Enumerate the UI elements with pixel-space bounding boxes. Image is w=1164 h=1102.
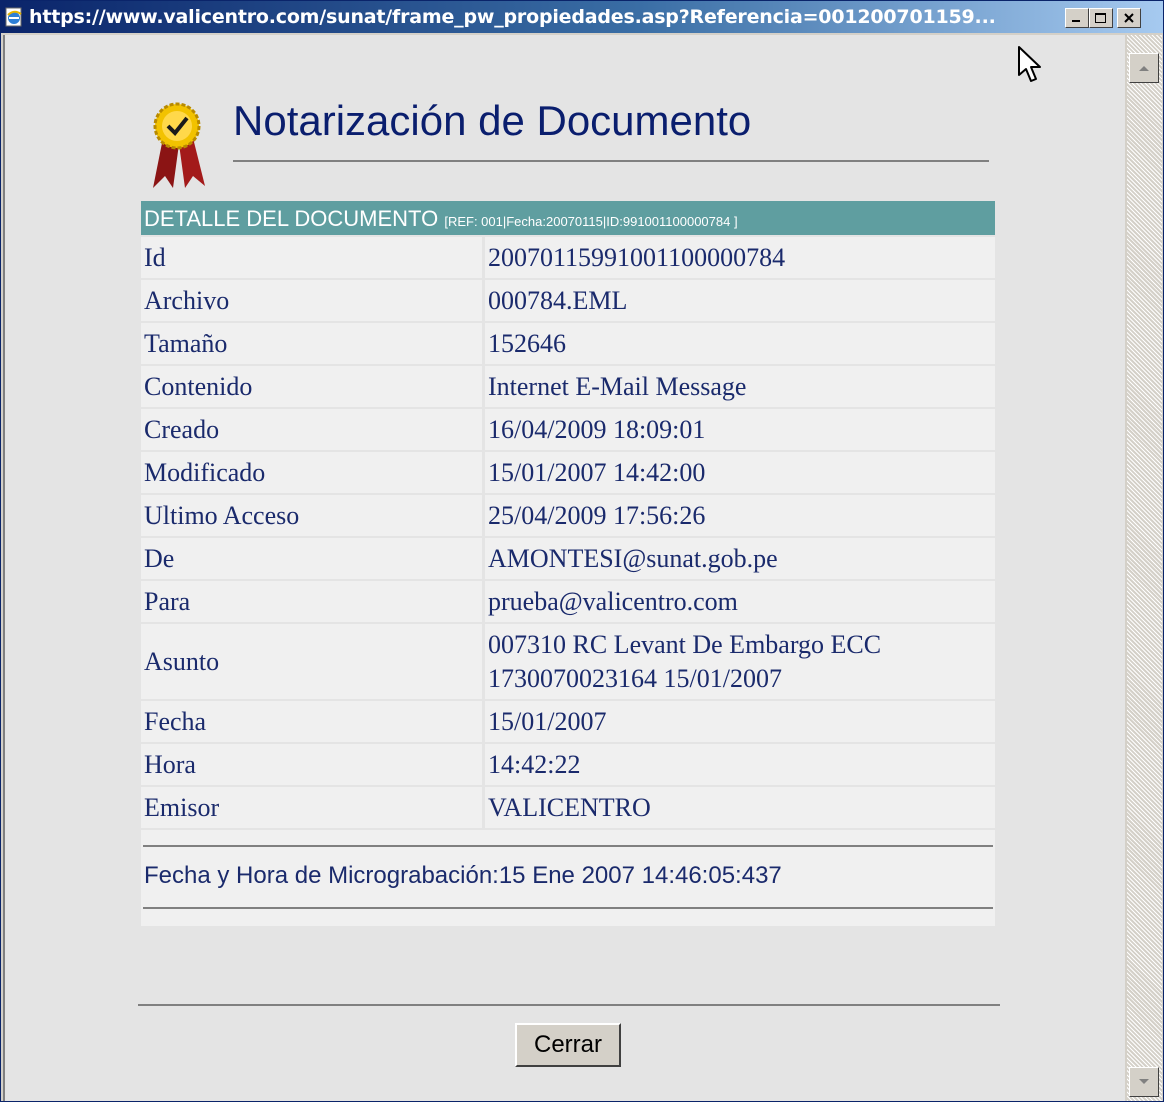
- mouse-pointer-icon: [1018, 46, 1041, 82]
- close-button[interactable]: Cerrar: [515, 1023, 621, 1067]
- popup-window: https://www.valicentro.com/sunat/frame_p…: [0, 0, 1164, 1102]
- row-value: AMONTESI@sunat.gob.pe: [485, 538, 995, 579]
- divider: [143, 907, 993, 909]
- row-label: Fecha: [141, 701, 482, 742]
- minimize-icon: [1072, 20, 1080, 22]
- row-label: Tamaño: [141, 323, 482, 364]
- close-window-button[interactable]: [1117, 8, 1141, 28]
- window-title: https://www.valicentro.com/sunat/frame_p…: [29, 6, 996, 28]
- table-row: Ultimo Acceso 25/04/2009 17:56:26: [141, 493, 995, 536]
- detail-header: DETALLE DEL DOCUMENTO [REF: 001|Fecha:20…: [141, 201, 995, 235]
- row-label: Archivo: [141, 280, 482, 321]
- table-row: Hora 14:42:22: [141, 742, 995, 785]
- table-row: De AMONTESI@sunat.gob.pe: [141, 536, 995, 579]
- document-detail-table: DETALLE DEL DOCUMENTO [REF: 001|Fecha:20…: [141, 201, 995, 926]
- row-value: 15/01/2007 14:42:00: [485, 452, 995, 493]
- footer-divider: [138, 1004, 1000, 1006]
- table-row: Contenido Internet E-Mail Message: [141, 364, 995, 407]
- scroll-up-button[interactable]: [1129, 53, 1159, 83]
- row-value: 007310 RC Levant De Embargo ECC 17300700…: [485, 624, 995, 699]
- close-icon: [1124, 13, 1134, 23]
- scroll-down-button[interactable]: [1129, 1067, 1159, 1097]
- table-row: Archivo 000784.EML: [141, 278, 995, 321]
- row-label: Hora: [141, 744, 482, 785]
- row-label: Asunto: [141, 624, 482, 699]
- row-value: 20070115991001100000784: [485, 237, 995, 278]
- table-row: Id 20070115991001100000784: [141, 235, 995, 278]
- row-value-line: 007310 RC Levant De Embargo ECC: [488, 630, 882, 659]
- table-row: Fecha 15/01/2007: [141, 699, 995, 742]
- row-value: prueba@valicentro.com: [485, 581, 995, 622]
- row-label: Id: [141, 237, 482, 278]
- table-row: Tamaño 152646: [141, 321, 995, 364]
- row-label: Para: [141, 581, 482, 622]
- micrograbacion-block: Fecha y Hora de Micrograbación:15 Ene 20…: [141, 830, 995, 926]
- table-row: Emisor VALICENTRO: [141, 785, 995, 828]
- title-bar[interactable]: https://www.valicentro.com/sunat/frame_p…: [1, 1, 1163, 33]
- maximize-icon: [1095, 13, 1106, 23]
- maximize-button[interactable]: [1089, 8, 1113, 28]
- scroll-down-arrow-icon: [1139, 1079, 1149, 1084]
- row-value: 000784.EML: [485, 280, 995, 321]
- row-value-line: 1730070023164 15/01/2007: [488, 664, 782, 693]
- detail-header-ref: [REF: 001|Fecha:20070115|ID:991001100000…: [444, 214, 738, 229]
- row-label: Ultimo Acceso: [141, 495, 482, 536]
- detail-header-label: DETALLE DEL DOCUMENTO: [144, 206, 439, 231]
- title-divider: [233, 160, 989, 162]
- row-label: De: [141, 538, 482, 579]
- row-value: 14:42:22: [485, 744, 995, 785]
- micrograbacion-timestamp: Fecha y Hora de Micrograbación:15 Ene 20…: [144, 862, 782, 889]
- minimize-button[interactable]: [1065, 8, 1089, 28]
- table-row: Modificado 15/01/2007 14:42:00: [141, 450, 995, 493]
- vertical-scrollbar[interactable]: [1127, 35, 1162, 1101]
- row-value: 152646: [485, 323, 995, 364]
- row-value: Internet E-Mail Message: [485, 366, 995, 407]
- row-label: Creado: [141, 409, 482, 450]
- row-value: 25/04/2009 17:56:26: [485, 495, 995, 536]
- scroll-up-arrow-icon: [1139, 66, 1149, 71]
- row-value: 15/01/2007: [485, 701, 995, 742]
- row-label: Contenido: [141, 366, 482, 407]
- row-value: VALICENTRO: [485, 787, 995, 828]
- row-value: 16/04/2009 18:09:01: [485, 409, 995, 450]
- page-title: Notarización de Documento: [233, 97, 752, 144]
- award-ribbon-icon: [153, 102, 205, 188]
- table-row: Asunto 007310 RC Levant De Embargo ECC 1…: [141, 622, 995, 699]
- divider: [143, 845, 993, 847]
- table-row: Creado 16/04/2009 18:09:01: [141, 407, 995, 450]
- table-row: Para prueba@valicentro.com: [141, 579, 995, 622]
- ie-page-icon: [5, 7, 22, 27]
- row-label: Modificado: [141, 452, 482, 493]
- row-label: Emisor: [141, 787, 482, 828]
